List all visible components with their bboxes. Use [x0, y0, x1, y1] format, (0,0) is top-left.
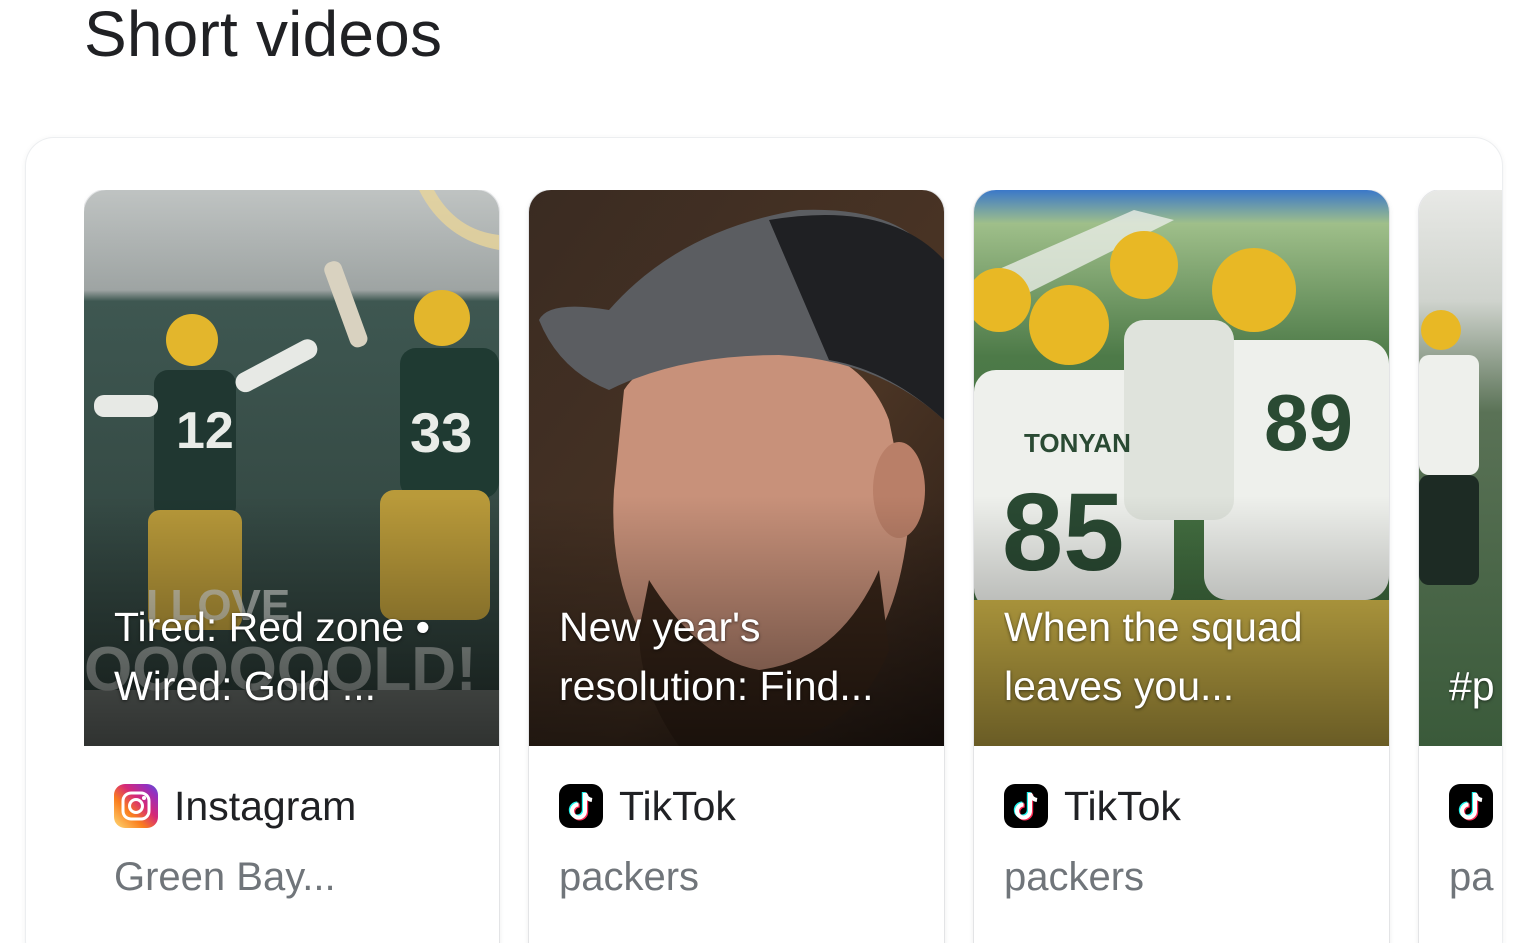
video-card-2[interactable]: New year's resolution: Find... TikTok pa… — [529, 190, 944, 943]
video-source — [1449, 782, 1502, 830]
tiktok-icon — [1004, 784, 1048, 828]
video-card-3[interactable]: TONYAN 85 89 When the squad leaves you..… — [974, 190, 1389, 943]
video-card-1[interactable]: 12 33 I LOVE OOOOOOLD! Tired: Red zone •… — [84, 190, 499, 943]
video-author: packers — [1004, 855, 1145, 899]
video-caption: When the squad leaves you... — [1004, 604, 1303, 709]
video-carousel[interactable]: 12 33 I LOVE OOOOOOLD! Tired: Red zone •… — [84, 190, 1502, 943]
video-source-name: Instagram — [174, 783, 357, 829]
video-thumbnail[interactable]: 12 33 I LOVE OOOOOOLD! Tired: Red zone •… — [84, 190, 499, 746]
short-videos-panel: 12 33 I LOVE OOOOOOLD! Tired: Red zone •… — [26, 138, 1502, 943]
video-author: packers — [559, 855, 700, 899]
video-caption: #p #g — [1449, 663, 1502, 709]
video-card-4[interactable]: #p #g pa — [1419, 190, 1502, 943]
video-thumbnail[interactable]: TONYAN 85 89 When the squad leaves you..… — [974, 190, 1389, 746]
video-author: pa — [1449, 855, 1494, 899]
video-source-name: TikTok — [619, 783, 736, 829]
video-source: TikTok — [1004, 782, 1181, 830]
tiktok-icon — [1449, 784, 1493, 828]
video-thumbnail[interactable]: New year's resolution: Find... — [529, 190, 944, 746]
tiktok-icon — [559, 784, 603, 828]
video-source-name: TikTok — [1064, 783, 1181, 829]
instagram-icon — [114, 784, 158, 828]
video-source: Instagram — [114, 782, 356, 830]
video-caption: New year's resolution: Find... — [559, 604, 874, 709]
video-thumbnail[interactable]: #p #g — [1419, 190, 1502, 746]
video-source: TikTok — [559, 782, 736, 830]
short-videos-page: Short videos Tired: Red zone • Wired: Go… — [0, 0, 1531, 943]
video-caption: Tired: Red zone • Wired: Gold ... — [114, 604, 430, 709]
section-title: Short videos — [84, 0, 443, 70]
video-author: Green Bay... — [114, 855, 336, 899]
